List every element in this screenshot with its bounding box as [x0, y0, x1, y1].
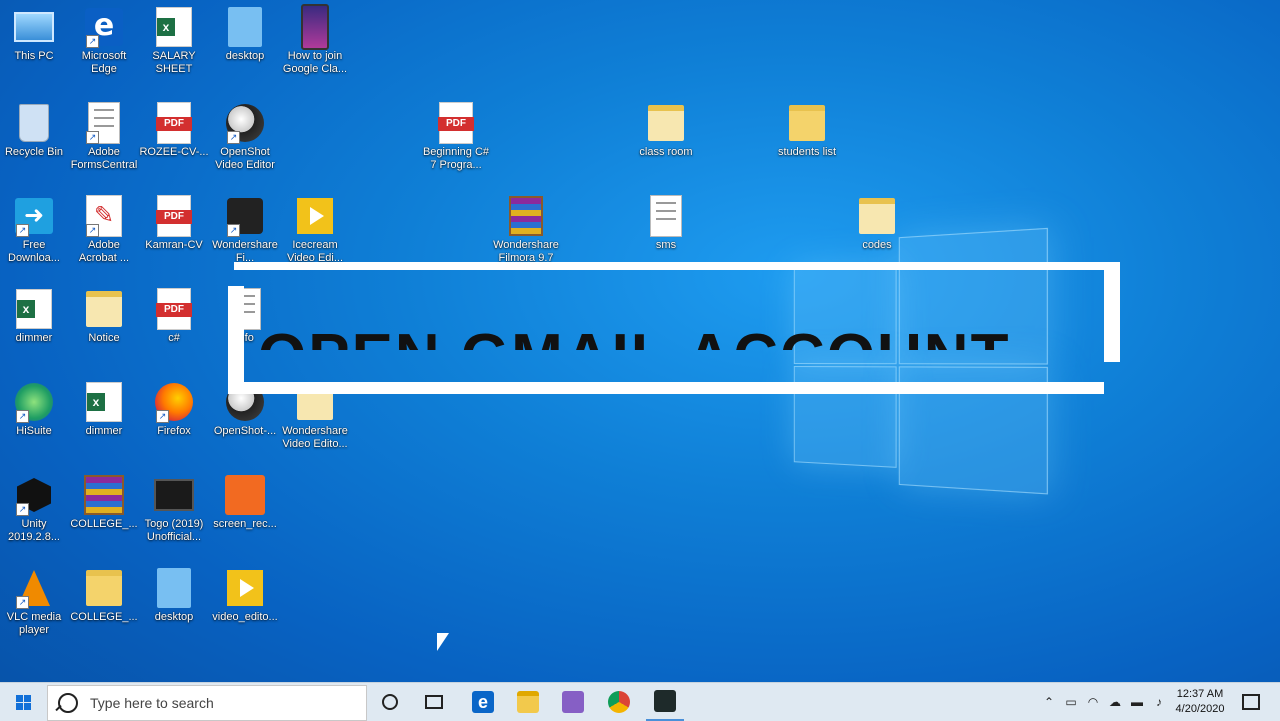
desktop-icon-microsoft-edge[interactable]: e ↗ Microsoft Edge [68, 2, 140, 76]
desktop-icon-csharp[interactable]: PDF c# [138, 284, 210, 345]
taskbar-edge[interactable]: e [464, 683, 502, 721]
desktop-settings-icon [157, 568, 191, 608]
desktop-icon-adobe-formscentral[interactable]: ↗ Adobe FormsCentral [68, 98, 140, 172]
desktop-icon-screen-rec[interactable]: screen_rec... [209, 470, 281, 531]
desktop-icon-college-rar[interactable]: COLLEGE_... [68, 470, 140, 531]
windows-start-icon [15, 694, 31, 710]
clock-time: 12:37 AM [1176, 688, 1224, 700]
search-icon [58, 693, 78, 713]
volume-icon[interactable]: ♪ [1148, 695, 1170, 709]
desktop-icon-class-room[interactable]: class room [630, 98, 702, 159]
taskbar-file-explorer[interactable] [509, 683, 547, 721]
desktop-icon-video-editor[interactable]: video_edito... [209, 563, 281, 624]
winrar-archive-icon [84, 475, 124, 515]
search-box[interactable]: Type here to search [47, 685, 367, 721]
desktop-icon-kamran-cv[interactable]: PDF Kamran-CV [138, 191, 210, 252]
desktop-icon-wondershare-filmora-97[interactable]: Wondershare Filmora 9.7 [490, 191, 562, 265]
screen-recorder-icon [225, 475, 265, 515]
folder-icon [789, 105, 825, 141]
desktop-icon-college-folder[interactable]: COLLEGE_... [68, 563, 140, 624]
archive-icon [509, 196, 543, 236]
taskbar-chrome[interactable] [600, 683, 638, 721]
excel-file-icon: x [16, 289, 52, 329]
visual-studio-icon [562, 691, 584, 713]
cortana-circle-icon [382, 694, 398, 710]
desktop-icon-beginning-csharp[interactable]: PDF Beginning C# 7 Progra... [420, 98, 492, 172]
desktop-icon-rozee-cv[interactable]: PDF ROZEE-CV-... [138, 98, 210, 159]
desktop-icon-codes[interactable]: codes [841, 191, 913, 252]
icecream-editor-icon [297, 198, 333, 234]
overlay-title-text: OPEN GMAIL ACCOUNT [258, 302, 1118, 350]
desktop-icon-this-pc[interactable]: This PC [0, 2, 70, 63]
desktop-icon-sms[interactable]: sms [630, 191, 702, 252]
document-folder-icon [86, 291, 122, 327]
excel-file-icon: x [156, 7, 192, 47]
desktop-icon-openshot[interactable]: ↗ OpenShot Video Editor [209, 98, 281, 172]
chevron-up-icon[interactable]: ⌃ [1038, 695, 1060, 709]
desktop-icon-salary-sheet[interactable]: x SALARY SHEET [138, 2, 210, 76]
desktop-icon-desktop-2[interactable]: desktop [138, 563, 210, 624]
video-thumbnail-icon [154, 479, 194, 511]
onedrive-icon[interactable]: ☁ [1104, 695, 1126, 709]
cortana-button[interactable] [372, 683, 408, 721]
clock[interactable]: 12:37 AM 4/20/2020 [1170, 687, 1230, 717]
title-overlay-banner: OPEN GMAIL ACCOUNT [228, 262, 1120, 394]
edge-icon: e [472, 691, 494, 713]
pdf-file-icon: PDF [156, 102, 192, 144]
pdf-file-icon: PDF [156, 195, 192, 237]
search-placeholder: Type here to search [90, 695, 214, 711]
mouse-cursor-icon [437, 633, 449, 651]
task-view-button[interactable] [416, 683, 452, 721]
chrome-icon [608, 691, 630, 713]
computer-icon [14, 12, 54, 42]
task-view-icon [425, 695, 443, 709]
desktop-icon-unity[interactable]: ↗ Unity 2019.2.8... [0, 470, 70, 544]
recycle-bin-icon [19, 104, 49, 142]
taskbar-filmora[interactable] [646, 683, 684, 721]
desktop-icon-dimmer-1[interactable]: x dimmer [0, 284, 70, 345]
system-tray: ⌃ ▭ ◠ ☁ ▬ ♪ [1038, 683, 1170, 721]
desktop-icon-togo-video[interactable]: Togo (2019) Unofficial... [138, 470, 210, 544]
desktop-icon-vlc[interactable]: ↗ VLC media player [0, 563, 70, 637]
clock-date: 4/20/2020 [1175, 703, 1225, 715]
taskbar-visual-studio[interactable] [554, 683, 592, 721]
video-file-icon [227, 570, 263, 606]
keyboard-icon[interactable]: ▭ [1060, 695, 1082, 709]
desktop-icon-firefox[interactable]: ↗ Firefox [138, 377, 210, 438]
wifi-icon[interactable]: ◠ [1082, 695, 1104, 709]
desktop-icon-google-classroom-video[interactable]: How to join Google Cla... [279, 2, 351, 76]
desktop-icon-recycle-bin[interactable]: Recycle Bin [0, 98, 70, 159]
desktop-icon-desktop-1[interactable]: desktop [209, 2, 281, 63]
desktop-icon-free-download[interactable]: ➜ ↗ Free Downloa... [0, 191, 70, 265]
action-center-button[interactable] [1236, 683, 1266, 721]
desktop-icon-adobe-acrobat[interactable]: ✎ ↗ Adobe Acrobat ... [68, 191, 140, 265]
desktop[interactable]: This PC Recycle Bin ➜ ↗ Free Downloa... x… [0, 0, 1280, 682]
video-thumbnail-icon [301, 4, 329, 50]
filmora-icon [654, 690, 676, 712]
notification-icon [1242, 694, 1260, 710]
folder-icon [86, 570, 122, 606]
pdf-file-icon: PDF [156, 288, 192, 330]
desktop-icon-hisuite[interactable]: ↗ HiSuite [0, 377, 70, 438]
file-explorer-icon [517, 691, 539, 713]
text-file-icon [650, 195, 682, 237]
pdf-file-icon: PDF [438, 102, 474, 144]
desktop-icon-wondershare-filmora[interactable]: ↗ Wondershare Fi... [209, 191, 281, 265]
desktop-settings-icon [228, 7, 262, 47]
excel-file-icon: x [86, 382, 122, 422]
taskbar: Type here to search e ⌃ ▭ ◠ ☁ ▬ ♪ 12:37 … [0, 682, 1280, 721]
start-button[interactable] [0, 683, 46, 721]
desktop-icon-notice[interactable]: Notice [68, 284, 140, 345]
folder-icon [648, 105, 684, 141]
battery-icon[interactable]: ▬ [1126, 695, 1148, 709]
desktop-icon-students-list[interactable]: students list [771, 98, 843, 159]
folder-icon [859, 198, 895, 234]
desktop-icon-dimmer-2[interactable]: x dimmer [68, 377, 140, 438]
desktop-icon-icecream[interactable]: Icecream Video Edi... [279, 191, 351, 265]
